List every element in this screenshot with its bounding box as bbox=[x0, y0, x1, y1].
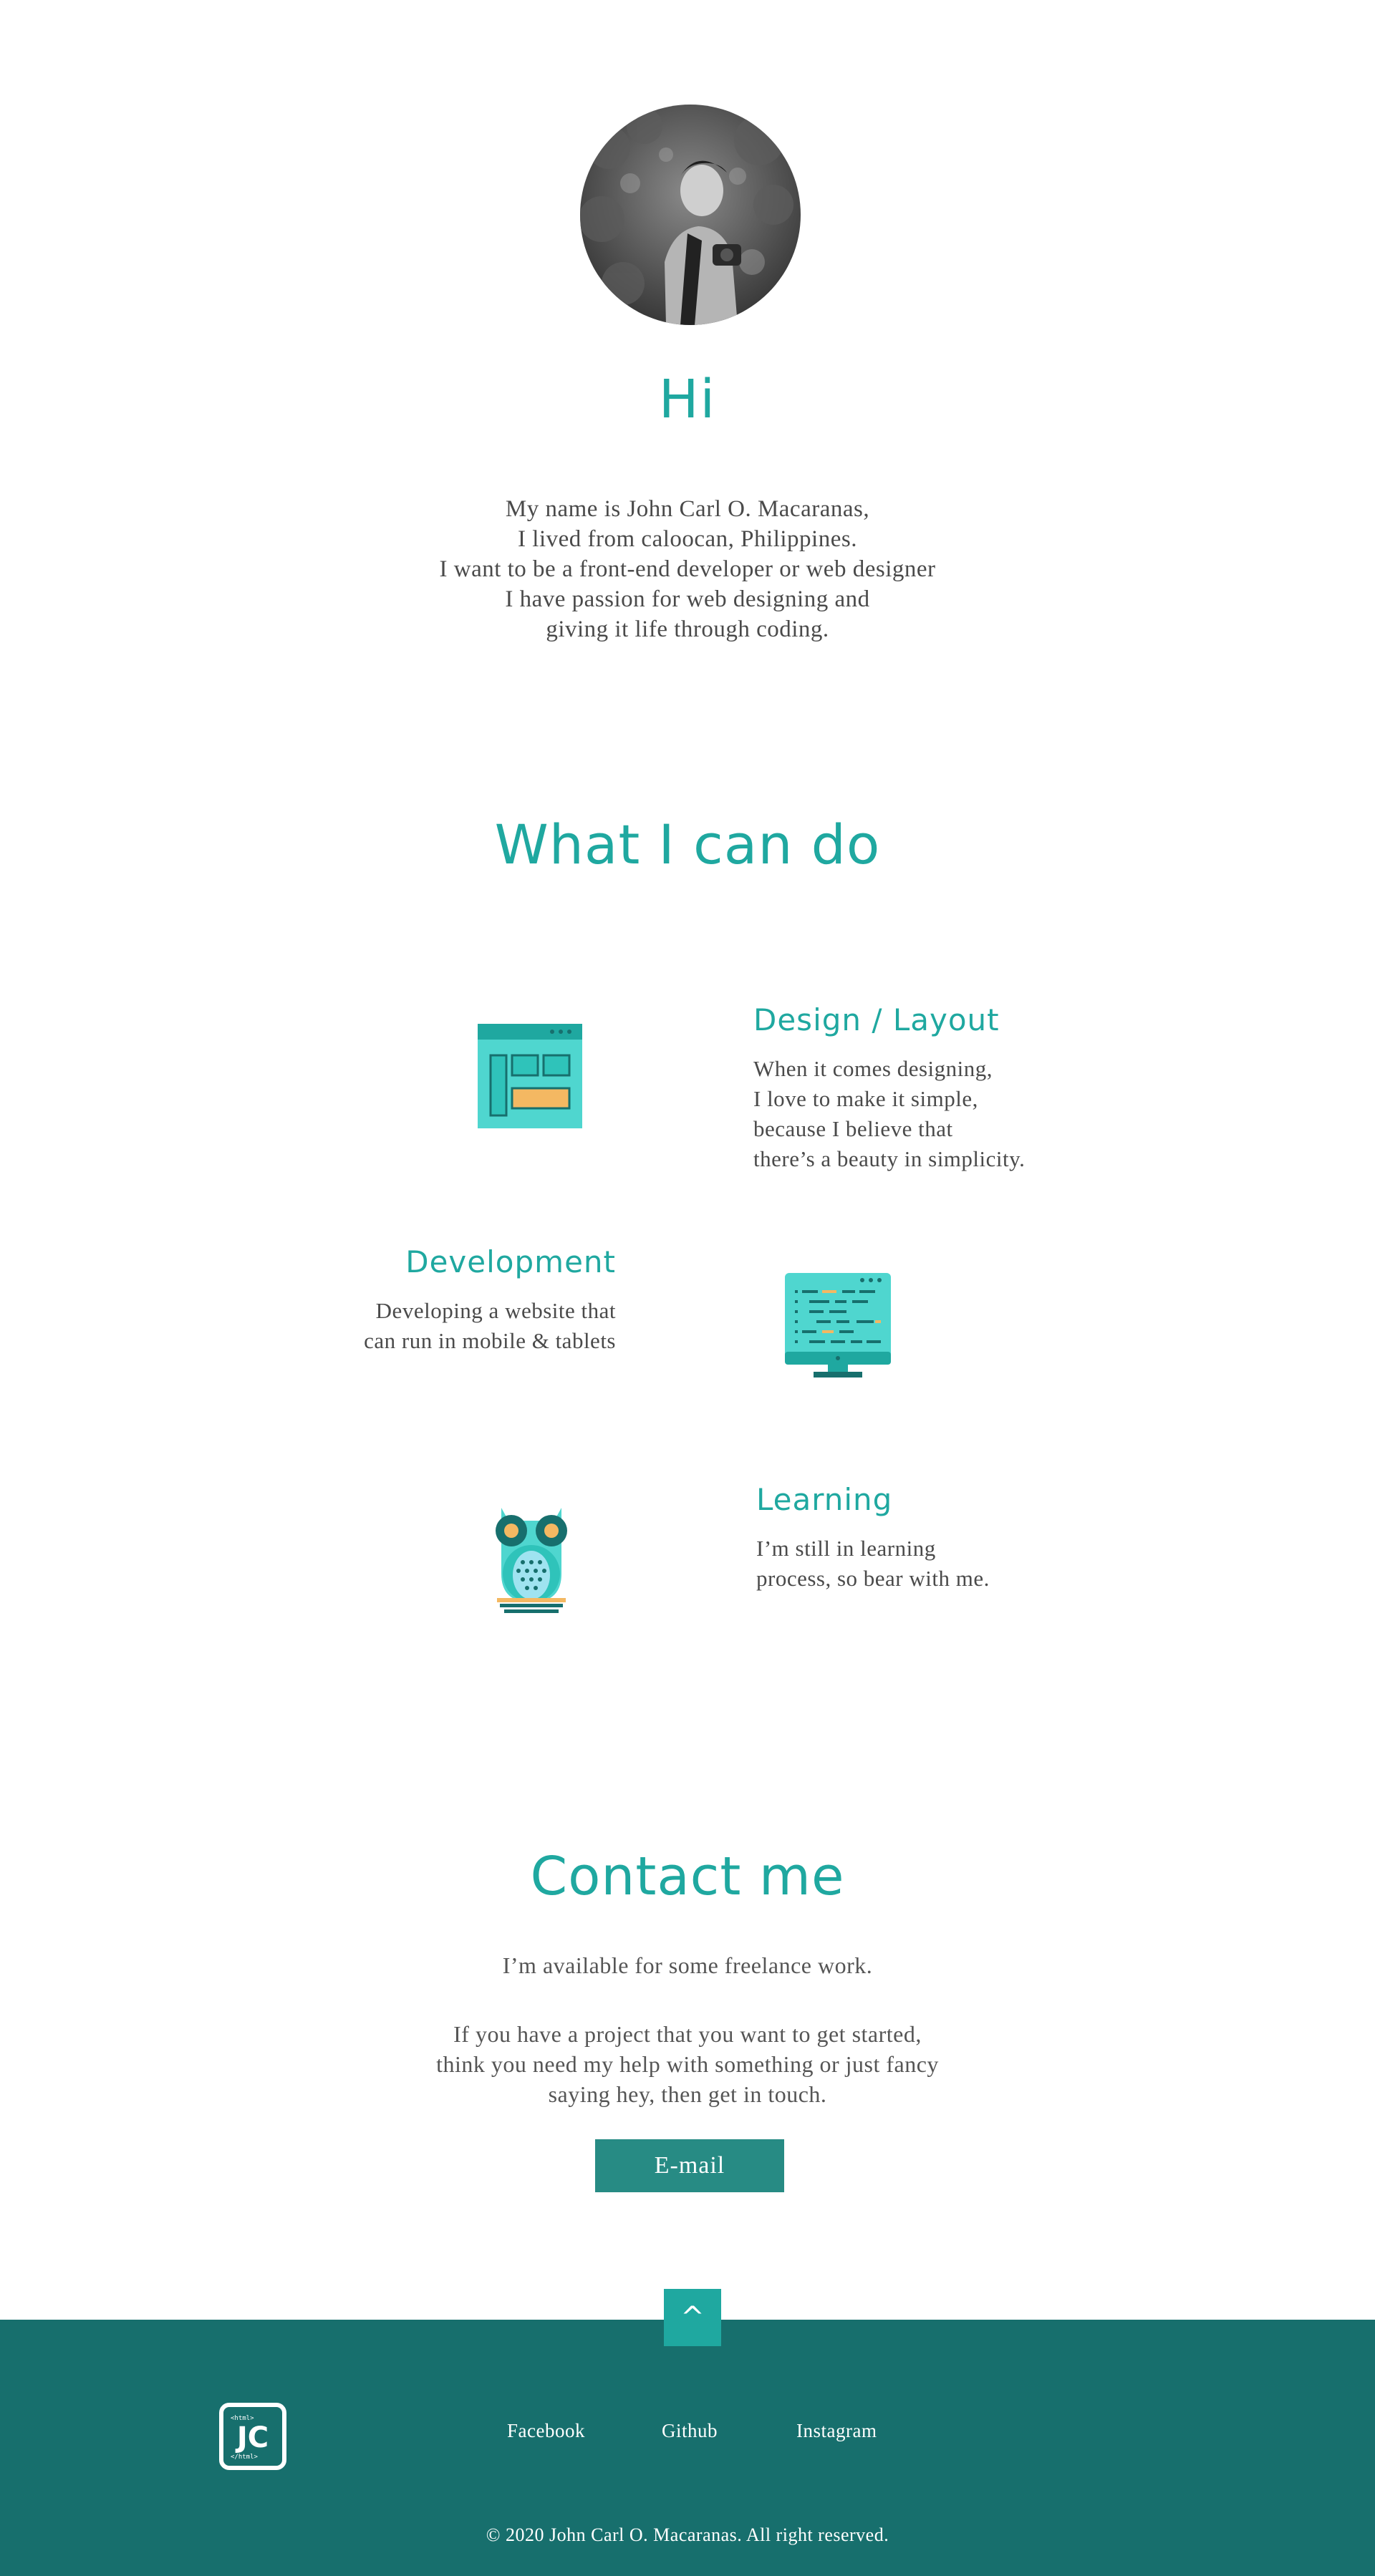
intro-text: My name is John Carl O. Macaranas, I liv… bbox=[329, 494, 1046, 644]
email-button[interactable]: E-mail bbox=[595, 2139, 784, 2192]
layout-icon bbox=[478, 1024, 582, 1128]
skill-line: because I believe that bbox=[753, 1116, 953, 1141]
copyright-text: © 2020 John Carl O. Macaranas. All right… bbox=[486, 2524, 889, 2545]
greeting-heading: Hi bbox=[658, 369, 717, 430]
skill-title-learning: Learning bbox=[756, 1482, 893, 1517]
profile-avatar bbox=[580, 105, 801, 325]
svg-text:JC: JC bbox=[235, 2421, 269, 2454]
back-to-top-button[interactable]: ^ bbox=[664, 2289, 721, 2346]
skill-text-development: Developing a website that can run in mob… bbox=[186, 1296, 616, 1356]
svg-text:</html>: </html> bbox=[231, 2454, 259, 2461]
footer-link-github[interactable]: Github bbox=[662, 2420, 718, 2442]
skill-text-learning: I’m still in learning process, so bear w… bbox=[756, 1534, 1114, 1594]
skill-line: Developing a website that bbox=[375, 1298, 616, 1323]
skill-line: I’m still in learning bbox=[756, 1536, 936, 1561]
skill-line: process, so bear with me. bbox=[756, 1566, 990, 1591]
owl-icon bbox=[487, 1502, 576, 1615]
intro-line: giving it life through coding. bbox=[546, 616, 829, 642]
contact-line: If you have a project that you want to g… bbox=[453, 2021, 922, 2047]
skill-line: there’s a beauty in simplicity. bbox=[753, 1146, 1026, 1171]
contact-line: saying hey, then get in touch. bbox=[548, 2081, 827, 2107]
intro-line: I want to be a front-end developer or we… bbox=[439, 556, 936, 582]
contact-line: think you need my help with something or… bbox=[436, 2051, 939, 2077]
contact-message: If you have a project that you want to g… bbox=[258, 2019, 1117, 2109]
intro-line: I have passion for web designing and bbox=[505, 586, 870, 612]
footer-link-instagram[interactable]: Instagram bbox=[796, 2420, 877, 2442]
skill-text-design: When it comes designing, I love to make … bbox=[753, 1054, 1111, 1174]
contact-heading: Contact me bbox=[530, 1846, 845, 1907]
monitor-code-icon bbox=[785, 1273, 891, 1380]
contact-availability: I’m available for some freelance work. bbox=[502, 1952, 873, 1978]
skills-heading: What I can do bbox=[494, 813, 881, 876]
skill-title-design: Design / Layout bbox=[753, 1002, 1000, 1037]
intro-line: My name is John Carl O. Macaranas, bbox=[505, 496, 870, 522]
jc-logo: <html> JC </html> bbox=[219, 2403, 286, 2470]
skill-line: can run in mobile & tablets bbox=[364, 1328, 616, 1353]
intro-line: I lived from caloocan, Philippines. bbox=[518, 526, 857, 552]
skill-title-development: Development bbox=[405, 1244, 616, 1279]
footer-link-facebook[interactable]: Facebook bbox=[507, 2420, 585, 2442]
skill-line: When it comes designing, bbox=[753, 1056, 993, 1081]
skill-line: I love to make it simple, bbox=[753, 1086, 978, 1111]
